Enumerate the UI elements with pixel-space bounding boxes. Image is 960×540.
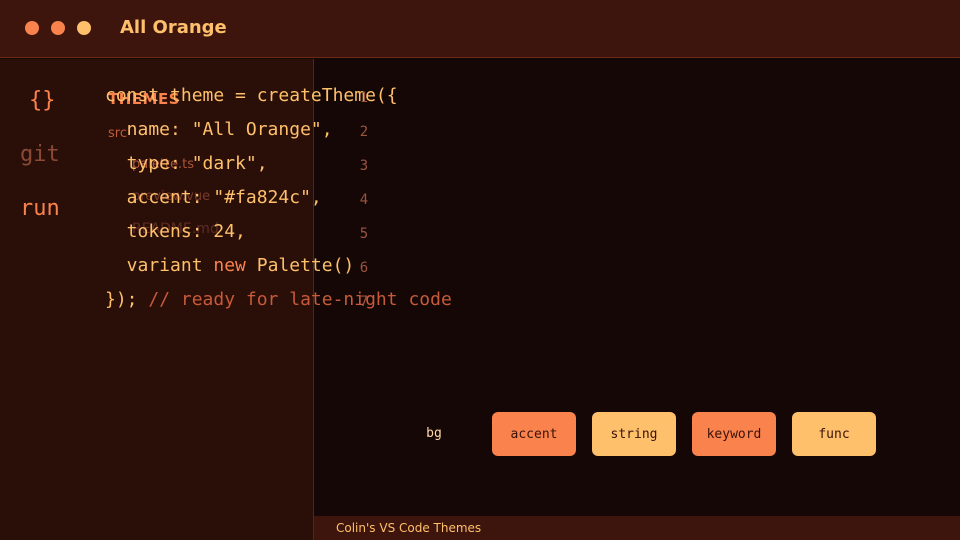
code-line[interactable]: type: "dark",	[105, 154, 268, 174]
code-keyword: new	[213, 255, 246, 276]
code-text: type: "dark",	[105, 153, 268, 174]
swatch-func[interactable]: func	[792, 412, 876, 456]
code-line[interactable]: name: "All Orange",	[105, 120, 333, 140]
swatch-accent[interactable]: accent	[492, 412, 576, 456]
status-text: Colin's VS Code Themes	[336, 521, 482, 535]
window-title: All Orange	[120, 17, 227, 38]
line-number: 3	[359, 158, 369, 174]
minimize-window-button[interactable]	[51, 21, 65, 35]
title-bar: All Orange	[0, 0, 960, 58]
activity-git[interactable]: git	[20, 142, 60, 167]
code-text: tokens: 24,	[105, 221, 246, 242]
activity-run[interactable]: run	[20, 196, 60, 221]
code-line[interactable]: tokens: 24,	[105, 222, 246, 242]
close-window-button[interactable]	[25, 21, 39, 35]
code-text: });	[105, 289, 138, 310]
code-text: accent: "#fa824c",	[105, 187, 322, 208]
maximize-window-button[interactable]	[77, 21, 91, 35]
code-line[interactable]: variant new Palette()	[105, 255, 355, 276]
line-number: 4	[359, 192, 369, 208]
code-line[interactable]: }); // ready for late-night code	[105, 290, 452, 310]
code-text: variant	[105, 255, 214, 276]
line-number: 7	[359, 294, 369, 310]
swatch-bg-label: bg	[426, 426, 442, 441]
code-line[interactable]: accent: "#fa824c",	[105, 188, 322, 208]
code-keyword: const	[105, 85, 160, 106]
braces-icon[interactable]: {}	[29, 88, 56, 113]
code-comment: // ready for late-night code	[137, 289, 452, 310]
line-number: 5	[359, 226, 369, 242]
swatch-string[interactable]: string	[592, 412, 676, 456]
code-line[interactable]: const theme = createTheme({	[105, 86, 398, 106]
status-bar: Colin's VS Code Themes	[314, 516, 960, 540]
line-number: 2	[359, 124, 369, 140]
line-number: 6	[359, 260, 369, 276]
swatch-keyword[interactable]: keyword	[692, 412, 776, 456]
code-text: Palette()	[245, 255, 355, 276]
code-text: name: "All Orange",	[105, 119, 333, 140]
line-number: 1	[359, 90, 369, 106]
